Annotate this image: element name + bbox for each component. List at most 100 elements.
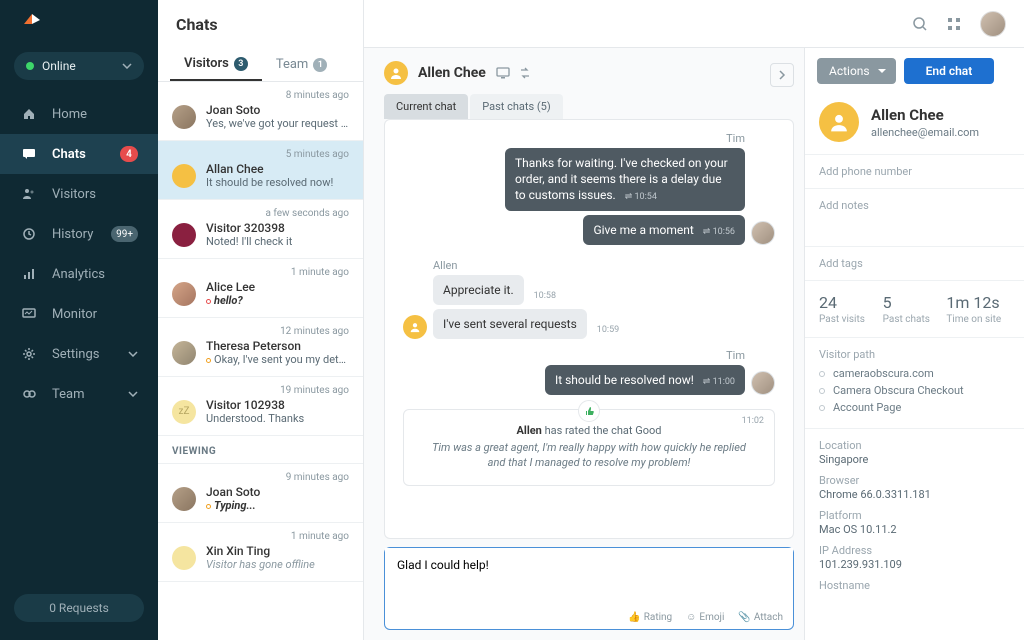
message-timestamp: 10:58 (530, 291, 560, 305)
requests-button[interactable]: 0 Requests (14, 594, 144, 622)
stat-label: Time on site (946, 314, 1010, 325)
composer-toolbar: 👍 Rating ☺ Emoji 📎 Attach (385, 608, 793, 629)
stat-item: 24Past visits (819, 293, 883, 325)
chat-list-item[interactable]: 19 minutes ago zZ Visitor 102938 Underst… (158, 377, 363, 436)
chat-list-item[interactable]: 1 minute ago Xin Xin Ting Visitor has go… (158, 523, 363, 582)
path-label: cameraobscura.com (833, 367, 934, 380)
meta-value: Chrome 66.0.3311.181 (819, 488, 1010, 501)
meta-key: IP Address (819, 544, 1010, 557)
stat-value: 24 (819, 293, 883, 312)
meta-key: Hostname (819, 579, 1010, 592)
phone-field[interactable]: Add phone number (805, 154, 1024, 188)
message-bubble: Give me a moment ⇌ 10:56 (583, 215, 745, 245)
sub-tab-current[interactable]: Current chat (384, 94, 468, 119)
rating-button[interactable]: 👍 Rating (628, 612, 672, 623)
nav-settings[interactable]: Settings (0, 334, 158, 374)
rating-card: 11:02 Allen has rated the chat Good Tim … (403, 409, 775, 486)
visitor-details-panel: Actions End chat Allen Chee allenchee@em… (804, 48, 1024, 640)
actions-dropdown[interactable]: Actions (817, 58, 896, 84)
user-avatar[interactable] (980, 11, 1006, 37)
composer-input[interactable] (385, 548, 793, 608)
team-icon (20, 387, 38, 401)
message-timestamp: ⇌ 10:56 (703, 227, 735, 237)
stat-item: 1m 12sTime on site (946, 293, 1010, 325)
nav-chats[interactable]: Chats 4 (0, 134, 158, 174)
nav-analytics[interactable]: Analytics (0, 254, 158, 294)
message-bubble: I've sent several requests (433, 309, 587, 339)
message-bubble: It should be resolved now! ⇌ 11:00 (545, 365, 745, 395)
meta-item: LocationSingapore (819, 439, 1010, 466)
attach-button[interactable]: 📎 Attach (738, 612, 783, 623)
notes-field[interactable]: Add notes (805, 188, 1024, 246)
chat-item-time: 1 minute ago (172, 267, 349, 278)
history-icon (20, 227, 38, 241)
monitor-small-icon[interactable] (496, 67, 510, 79)
message-timestamp: ⇌ 10:54 (625, 192, 657, 202)
meta-key: Browser (819, 474, 1010, 487)
chat-list-item[interactable]: 1 minute ago Alice Lee hello? (158, 259, 363, 318)
meta-item: Hostname (819, 579, 1010, 592)
chat-item-preview: Visitor has gone offline (206, 558, 349, 571)
status-label: Online (42, 59, 76, 73)
chat-item-preview: hello? (206, 294, 349, 307)
message-timestamp: 10:59 (593, 325, 623, 339)
tags-field[interactable]: Add tags (805, 246, 1024, 280)
chat-item-preview: Okay, I've sent you my detai... (206, 353, 349, 366)
tab-count: 3 (234, 57, 248, 71)
path-item[interactable]: Camera Obscura Checkout (819, 384, 1010, 397)
tab-label: Team (276, 57, 309, 72)
conversation-header: Allen Chee (374, 58, 770, 88)
message-timestamp: ⇌ 11:00 (703, 377, 735, 387)
search-icon[interactable] (912, 16, 928, 32)
end-chat-button[interactable]: End chat (904, 58, 995, 84)
chat-item-avatar: zZ (172, 400, 196, 424)
nav-home[interactable]: Home (0, 94, 158, 134)
section-title: Visitor path (819, 348, 1010, 361)
message-list[interactable]: Tim Thanks for waiting. I've checked on … (384, 119, 794, 539)
chat-item-avatar (172, 487, 196, 511)
chat-list-item[interactable]: 5 minutes ago Allan Chee It should be re… (158, 141, 363, 200)
tab-team[interactable]: Team 1 (262, 48, 342, 81)
stat-item: 5Past chats (883, 293, 947, 325)
presence-dot-icon (26, 62, 34, 70)
chat-list-title: Chats (158, 0, 363, 48)
tab-count: 1 (313, 58, 327, 72)
visitor-avatar (384, 61, 408, 85)
conversation-panel: Allen Chee Current chat Past chats (5) (364, 48, 804, 640)
meta-value: Mac OS 10.11.2 (819, 523, 1010, 536)
nav-team[interactable]: Team (0, 374, 158, 414)
nav-label: Home (52, 107, 87, 122)
chat-list-item[interactable]: a few seconds ago Visitor 320398 Noted! … (158, 200, 363, 259)
nav-label: Settings (52, 347, 99, 362)
nav-visitors[interactable]: Visitors (0, 174, 158, 214)
visitors-icon (20, 187, 38, 201)
tab-label: Visitors (184, 56, 229, 71)
path-bullet-icon (819, 388, 825, 394)
transfer-icon[interactable] (518, 67, 532, 79)
sub-tab-past[interactable]: Past chats (5) (470, 94, 562, 119)
path-item[interactable]: Account Page (819, 401, 1010, 414)
tab-visitors[interactable]: Visitors 3 (170, 48, 262, 81)
path-item[interactable]: cameraobscura.com (819, 367, 1010, 380)
chat-list-item[interactable]: 12 minutes ago Theresa Peterson Okay, I'… (158, 318, 363, 377)
meta-key: Platform (819, 509, 1010, 522)
status-selector[interactable]: Online (14, 52, 144, 80)
emoji-button[interactable]: ☺ Emoji (686, 612, 724, 623)
chat-list-item[interactable]: 8 minutes ago Joan Soto Yes, we've got y… (158, 82, 363, 141)
stat-label: Past chats (883, 314, 947, 325)
requests-label: 0 Requests (49, 601, 109, 615)
apps-icon[interactable] (946, 16, 962, 32)
conversation-sub-tabs: Current chat Past chats (5) (374, 94, 770, 119)
nav-monitor[interactable]: Monitor (0, 294, 158, 334)
chat-item-time: a few seconds ago (172, 208, 349, 219)
chat-list-tabs: Visitors 3 Team 1 (158, 48, 363, 82)
rating-headline: Allen has rated the chat Good (422, 424, 756, 437)
meta-key: Location (819, 439, 1010, 452)
chat-list[interactable]: 8 minutes ago Joan Soto Yes, we've got y… (158, 82, 363, 640)
nav-badge: 99+ (111, 226, 138, 242)
chat-list-item[interactable]: 9 minutes ago Joan Soto Typing... (158, 464, 363, 523)
next-chat-button[interactable] (770, 63, 794, 87)
message-text: I've sent several requests (443, 317, 577, 331)
logo[interactable] (0, 0, 158, 48)
nav-history[interactable]: History 99+ (0, 214, 158, 254)
